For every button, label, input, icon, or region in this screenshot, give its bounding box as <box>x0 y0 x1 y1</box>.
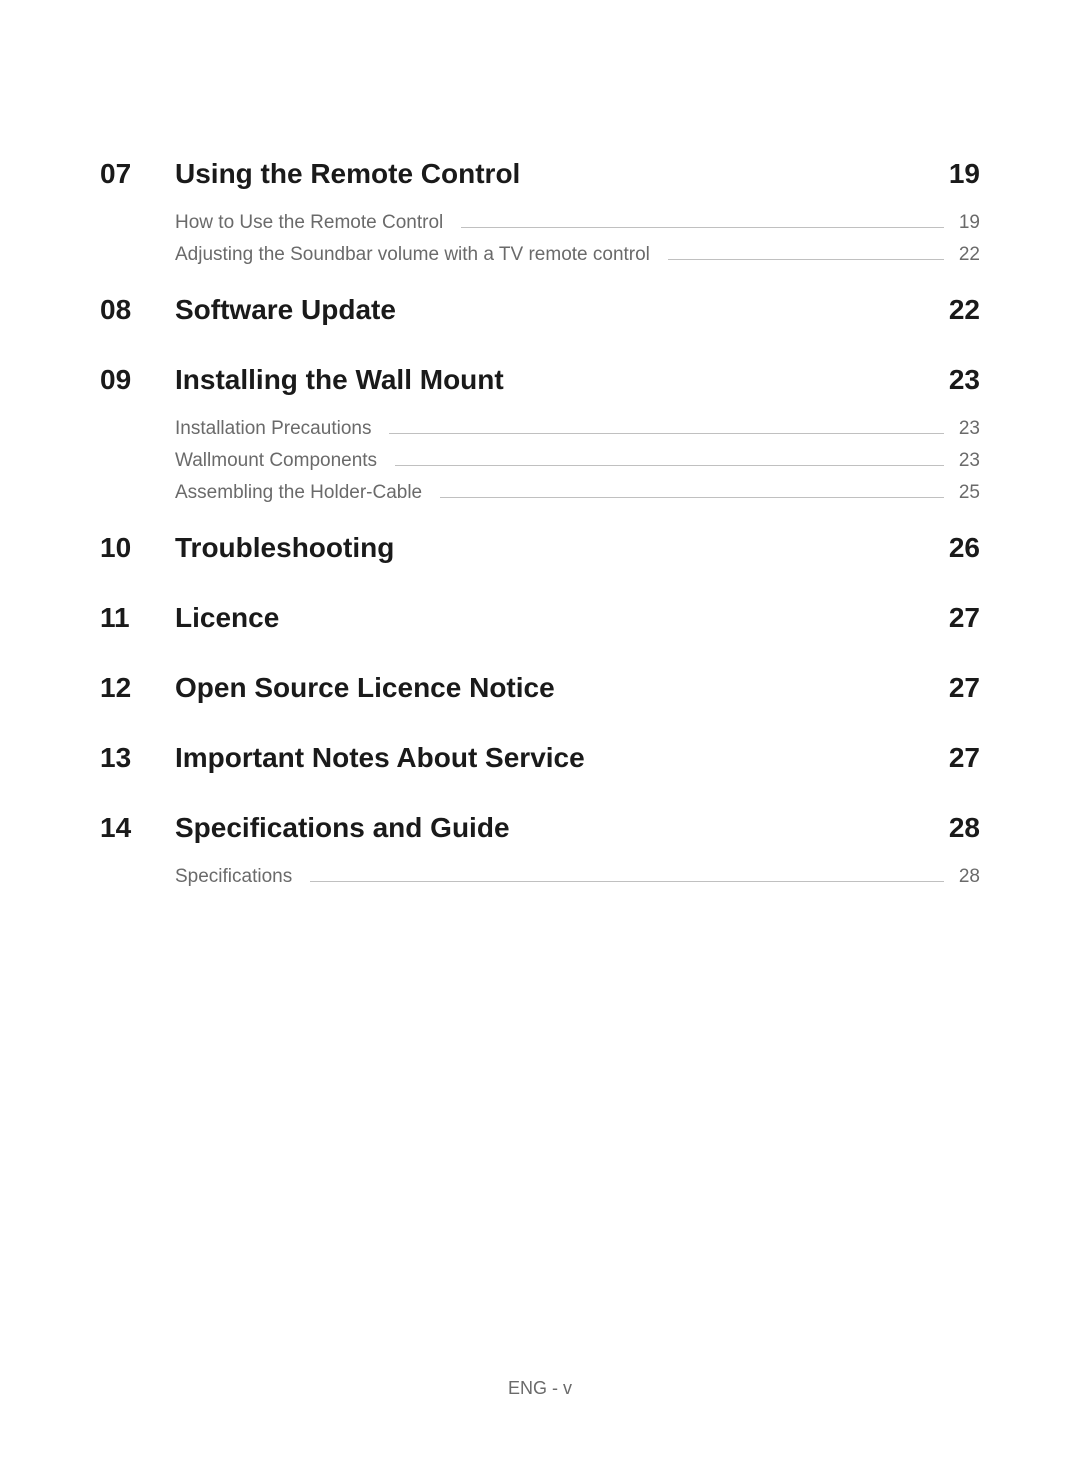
section-header: Important Notes About Service 27 <box>175 742 980 774</box>
sub-title: Adjusting the Soundbar volume with a TV … <box>175 244 650 266</box>
section-number: 09 <box>100 364 175 396</box>
section-header: Installing the Wall Mount 23 <box>175 364 980 396</box>
section-title: Using the Remote Control <box>175 158 520 190</box>
toc-section: 14 Specifications and Guide 28 Specifica… <box>100 812 980 898</box>
sub-title: Wallmount Components <box>175 450 377 472</box>
sub-page: 23 <box>954 450 980 472</box>
section-number: 14 <box>100 812 175 844</box>
section-title: Specifications and Guide <box>175 812 510 844</box>
toc-section: 07 Using the Remote Control 19 How to Us… <box>100 158 980 276</box>
section-body: Specifications and Guide 28 Specificatio… <box>175 812 980 898</box>
toc-container: 07 Using the Remote Control 19 How to Us… <box>0 0 1080 898</box>
sub-items: How to Use the Remote Control 19 Adjusti… <box>175 212 980 266</box>
section-body: Software Update 22 <box>175 294 980 326</box>
toc-section: 11 Licence 27 <box>100 602 980 634</box>
section-title: Troubleshooting <box>175 532 394 564</box>
toc-section: 09 Installing the Wall Mount 23 Installa… <box>100 364 980 514</box>
sub-page: 23 <box>954 418 980 440</box>
section-body: Using the Remote Control 19 How to Use t… <box>175 158 980 276</box>
leader-line <box>440 497 944 498</box>
section-number: 11 <box>100 602 175 634</box>
section-header: Troubleshooting 26 <box>175 532 980 564</box>
section-title: Software Update <box>175 294 396 326</box>
sub-page: 28 <box>954 866 980 888</box>
toc-section: 08 Software Update 22 <box>100 294 980 326</box>
section-body: Important Notes About Service 27 <box>175 742 980 774</box>
section-page: 23 <box>949 364 980 396</box>
section-number: 13 <box>100 742 175 774</box>
section-header: Open Source Licence Notice 27 <box>175 672 980 704</box>
section-body: Troubleshooting 26 <box>175 532 980 564</box>
section-page: 22 <box>949 294 980 326</box>
leader-line <box>395 465 944 466</box>
page-footer: ENG - v <box>0 1378 1080 1399</box>
section-header: Software Update 22 <box>175 294 980 326</box>
section-page: 27 <box>949 672 980 704</box>
sub-title: Installation Precautions <box>175 418 371 440</box>
section-body: Licence 27 <box>175 602 980 634</box>
leader-line <box>389 433 944 434</box>
section-number: 07 <box>100 158 175 190</box>
section-page: 28 <box>949 812 980 844</box>
leader-line <box>310 881 944 882</box>
section-body: Installing the Wall Mount 23 Installatio… <box>175 364 980 514</box>
sub-page: 22 <box>954 244 980 266</box>
toc-section: 13 Important Notes About Service 27 <box>100 742 980 774</box>
section-page: 27 <box>949 602 980 634</box>
section-title: Open Source Licence Notice <box>175 672 555 704</box>
sub-items: Specifications 28 <box>175 866 980 888</box>
sub-item: Adjusting the Soundbar volume with a TV … <box>175 244 980 266</box>
section-title: Licence <box>175 602 279 634</box>
section-number: 12 <box>100 672 175 704</box>
sub-item: Specifications 28 <box>175 866 980 888</box>
sub-item: How to Use the Remote Control 19 <box>175 212 980 234</box>
toc-section: 12 Open Source Licence Notice 27 <box>100 672 980 704</box>
section-title: Installing the Wall Mount <box>175 364 504 396</box>
sub-title: Assembling the Holder-Cable <box>175 482 422 504</box>
section-page: 27 <box>949 742 980 774</box>
section-page: 19 <box>949 158 980 190</box>
section-number: 10 <box>100 532 175 564</box>
toc-section: 10 Troubleshooting 26 <box>100 532 980 564</box>
section-header: Using the Remote Control 19 <box>175 158 980 190</box>
section-header: Specifications and Guide 28 <box>175 812 980 844</box>
sub-page: 19 <box>954 212 980 234</box>
sub-title: Specifications <box>175 866 292 888</box>
sub-page: 25 <box>954 482 980 504</box>
sub-item: Installation Precautions 23 <box>175 418 980 440</box>
sub-item: Assembling the Holder-Cable 25 <box>175 482 980 504</box>
section-body: Open Source Licence Notice 27 <box>175 672 980 704</box>
section-header: Licence 27 <box>175 602 980 634</box>
leader-line <box>668 259 944 260</box>
sub-title: How to Use the Remote Control <box>175 212 443 234</box>
section-title: Important Notes About Service <box>175 742 585 774</box>
leader-line <box>461 227 944 228</box>
section-page: 26 <box>949 532 980 564</box>
sub-item: Wallmount Components 23 <box>175 450 980 472</box>
section-number: 08 <box>100 294 175 326</box>
sub-items: Installation Precautions 23 Wallmount Co… <box>175 418 980 504</box>
